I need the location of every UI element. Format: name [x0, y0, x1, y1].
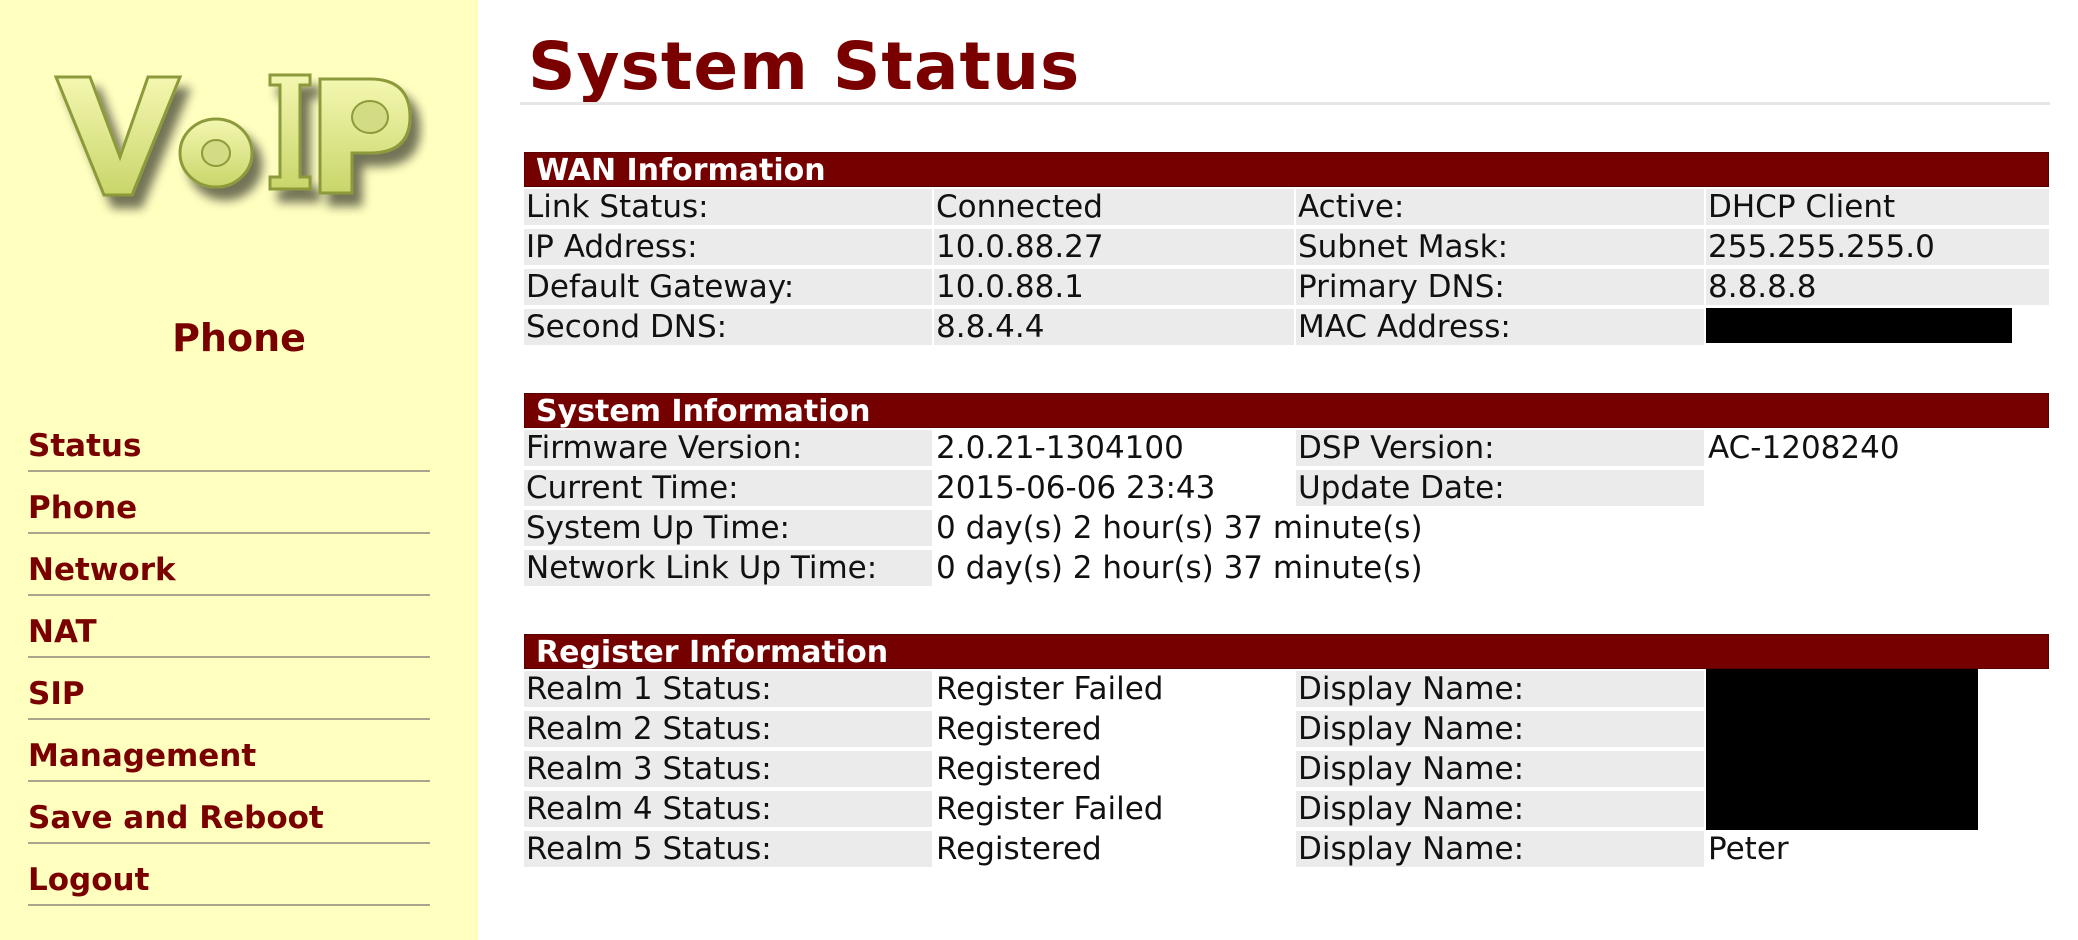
field-label: IP Address:: [524, 229, 932, 265]
field-label: Realm 2 Status:: [524, 711, 932, 747]
section-header: Register Information: [524, 634, 2049, 670]
redaction-block: [1706, 308, 2012, 343]
field-value: Registered: [936, 751, 1102, 787]
field-label: Network Link Up Time:: [524, 550, 932, 586]
field-value: Register Failed: [936, 791, 1164, 827]
table-row: Current Time: 2015-06-06 23:43 Update Da…: [524, 468, 2049, 508]
nav-item-save-and-reboot[interactable]: Save and Reboot: [28, 782, 430, 844]
wan-information-section: WAN Information Link Status: Connected A…: [524, 152, 2049, 347]
field-label: Current Time:: [524, 470, 932, 506]
nav-label[interactable]: Status: [28, 428, 141, 464]
field-label: Default Gateway:: [524, 269, 932, 305]
nav-item-nat[interactable]: NAT: [28, 596, 430, 658]
field-value: Registered: [936, 711, 1102, 747]
field-value: AC-1208240: [1708, 430, 1900, 466]
field-label: Realm 4 Status:: [524, 791, 932, 827]
section-header: System Information: [524, 393, 2049, 429]
table-row: Default Gateway: 10.0.88.1 Primary DNS: …: [524, 267, 2049, 307]
table-row: Realm 5 Status: Registered Display Name:…: [524, 829, 2049, 869]
field-value: 8.8.8.8: [1706, 269, 2049, 305]
nav-item-network[interactable]: Network: [28, 534, 430, 596]
register-information-section: Register Information Realm 1 Status: Reg…: [524, 634, 2049, 869]
nav-item-sip[interactable]: SIP: [28, 658, 430, 720]
sidebar-nav: Status Phone Network NAT SIP Management …: [28, 410, 430, 906]
nav-item-status[interactable]: Status: [28, 410, 430, 472]
system-information-section: System Information Firmware Version: 2.0…: [524, 393, 2049, 588]
nav-item-logout[interactable]: Logout: [28, 844, 430, 906]
field-value: 10.0.88.1: [934, 269, 1294, 305]
field-value: Peter: [1708, 831, 1789, 867]
field-label: Primary DNS:: [1296, 269, 1704, 305]
field-value: [1706, 470, 2049, 506]
table-row: Link Status: Connected Active: DHCP Clie…: [524, 187, 2049, 227]
field-value: DHCP Client: [1706, 189, 2049, 225]
field-value: 255.255.255.0: [1706, 229, 2049, 265]
voip-logo: [53, 73, 412, 197]
field-label: Second DNS:: [524, 309, 932, 345]
section-header: WAN Information: [524, 152, 2049, 188]
field-value: Connected: [934, 189, 1294, 225]
field-label: Display Name:: [1296, 831, 1704, 867]
nav-label[interactable]: NAT: [28, 614, 97, 650]
field-value: 10.0.88.27: [934, 229, 1294, 265]
main-content: System Status WAN Information Link Statu…: [478, 0, 2078, 940]
nav-label[interactable]: Management: [28, 738, 256, 774]
title-divider: [520, 102, 2050, 105]
nav-item-management[interactable]: Management: [28, 720, 430, 782]
field-label: Display Name:: [1296, 711, 1704, 747]
sidebar: Phone Status Phone Network NAT SIP Manag…: [0, 0, 478, 940]
nav-label[interactable]: Logout: [28, 862, 149, 898]
field-label: Subnet Mask:: [1296, 229, 1704, 265]
table-row: Network Link Up Time: 0 day(s) 2 hour(s)…: [524, 548, 2049, 588]
field-label: Active:: [1296, 189, 1704, 225]
field-label: Display Name:: [1296, 671, 1704, 707]
field-value: Registered: [936, 831, 1102, 867]
field-label: Realm 5 Status:: [524, 831, 932, 867]
field-value: 0 day(s) 2 hour(s) 37 minute(s): [936, 510, 1423, 546]
field-label: Realm 3 Status:: [524, 751, 932, 787]
field-label: Realm 1 Status:: [524, 671, 932, 707]
field-value: 2015-06-06 23:43: [936, 470, 1216, 506]
field-label: Display Name:: [1296, 751, 1704, 787]
nav-label[interactable]: Phone: [28, 490, 137, 526]
field-value: 2.0.21-1304100: [936, 430, 1184, 466]
table-row: System Up Time: 0 day(s) 2 hour(s) 37 mi…: [524, 508, 2049, 548]
field-label: Display Name:: [1296, 791, 1704, 827]
field-label: DSP Version:: [1296, 430, 1704, 466]
table-row: Second DNS: 8.8.4.4 MAC Address:: [524, 307, 2049, 347]
nav-item-phone[interactable]: Phone: [28, 472, 430, 534]
field-label: Link Status:: [524, 189, 932, 225]
nav-label[interactable]: Network: [28, 552, 176, 588]
table-row: IP Address: 10.0.88.27 Subnet Mask: 255.…: [524, 227, 2049, 267]
nav-label[interactable]: SIP: [28, 676, 85, 712]
mac-address-value: [1706, 308, 2049, 345]
nav-label[interactable]: Save and Reboot: [28, 800, 324, 836]
redaction-block: [1706, 669, 1978, 830]
field-label: MAC Address:: [1296, 309, 1704, 345]
field-label: Firmware Version:: [524, 430, 932, 466]
table-row: Firmware Version: 2.0.21-1304100 DSP Ver…: [524, 428, 2049, 468]
field-label: Update Date:: [1296, 470, 1704, 506]
sidebar-heading: Phone: [172, 316, 306, 360]
field-label: System Up Time:: [524, 510, 932, 546]
field-value: 8.8.4.4: [934, 309, 1294, 345]
page-title: System Status: [528, 28, 1081, 105]
field-value: 0 day(s) 2 hour(s) 37 minute(s): [936, 550, 1423, 586]
field-value: Register Failed: [936, 671, 1164, 707]
app-window: Phone Status Phone Network NAT SIP Manag…: [0, 0, 2078, 940]
